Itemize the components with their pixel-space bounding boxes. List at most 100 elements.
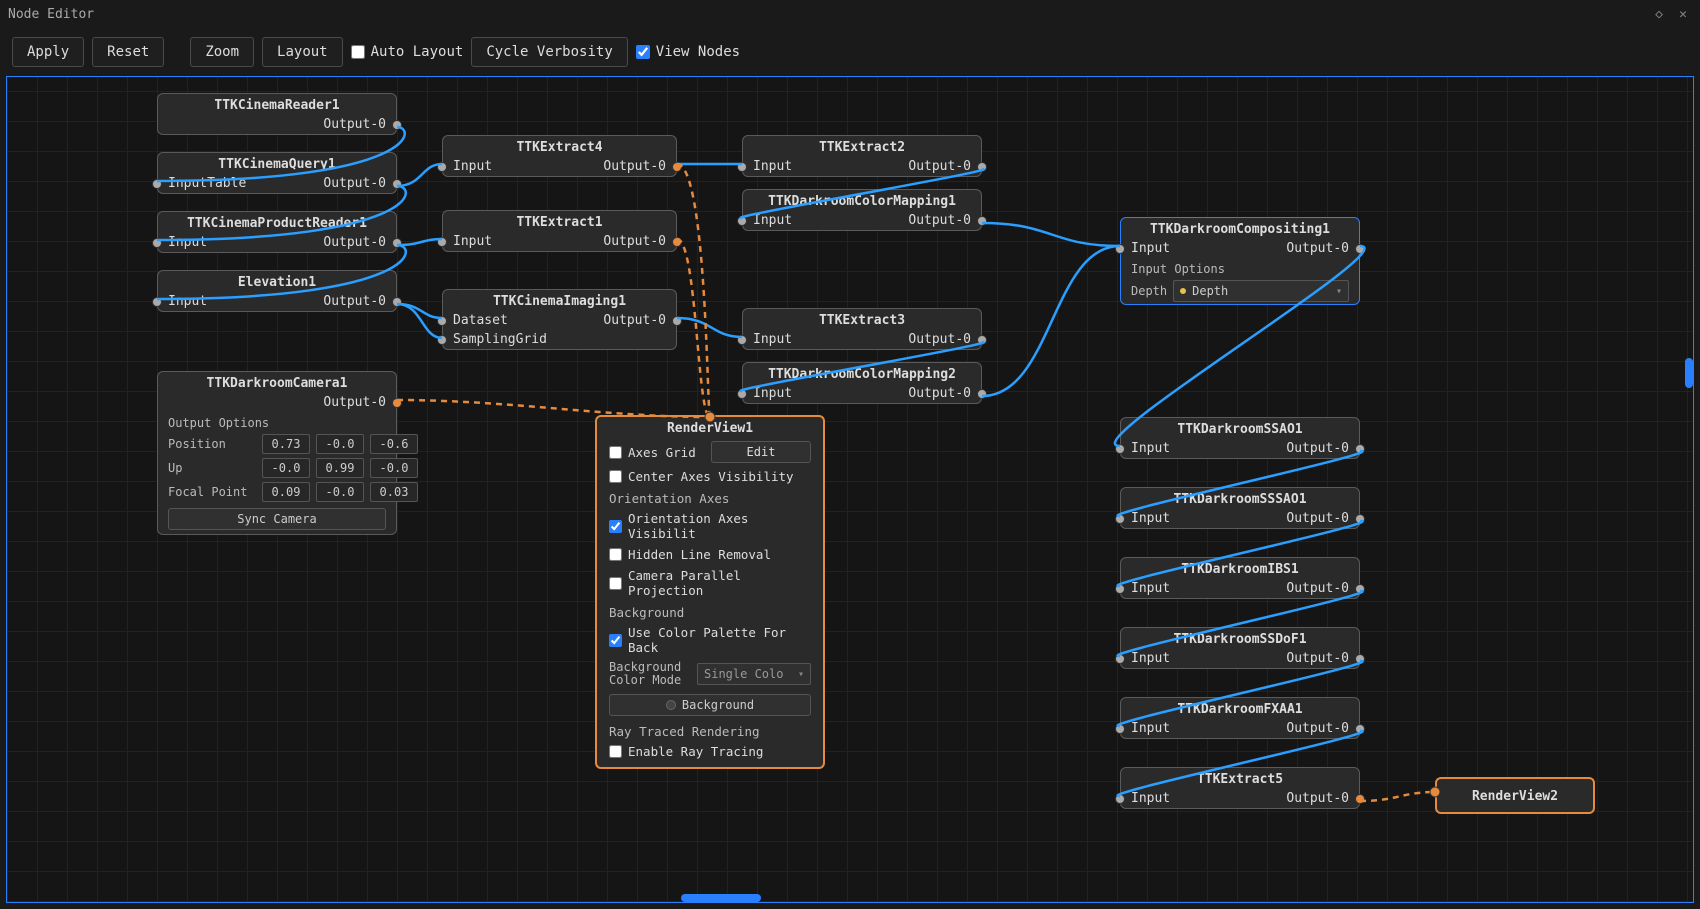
port-out[interactable]	[1355, 244, 1365, 254]
axes-grid-toggle[interactable]: Axes Grid	[609, 445, 703, 460]
port-in-grid[interactable]	[437, 335, 447, 345]
node-title: TTKDarkroomSSSAO1	[1121, 488, 1359, 509]
camera-up-x[interactable]	[262, 458, 310, 478]
camera-pos-x[interactable]	[262, 434, 310, 454]
node-cinemaimaging[interactable]: TTKCinemaImaging1 DatasetOutput-0 Sampli…	[442, 289, 677, 350]
port-in[interactable]	[1115, 654, 1125, 664]
node-productreader[interactable]: TTKCinemaProductReader1 InputOutput-0	[157, 211, 397, 253]
port-out[interactable]	[672, 162, 682, 172]
port-out[interactable]	[977, 389, 987, 399]
vertical-scrollbar[interactable]	[1685, 358, 1693, 388]
enable-ray-toggle[interactable]: Enable Ray Tracing	[597, 741, 823, 767]
node-cinemareader[interactable]: TTKCinemaReader1 Output-0	[157, 93, 397, 135]
reset-button[interactable]: Reset	[92, 37, 164, 67]
port-out[interactable]	[1355, 794, 1365, 804]
canvas[interactable]: TTKCinemaReader1 Output-0 TTKCinemaQuery…	[6, 76, 1694, 903]
node-title: Elevation1	[158, 271, 396, 292]
port-in[interactable]	[1115, 794, 1125, 804]
background-button[interactable]: Background	[609, 694, 811, 716]
horizontal-scrollbar[interactable]	[681, 894, 761, 902]
camera-pos-y[interactable]	[316, 434, 364, 454]
zoom-button[interactable]: Zoom	[190, 37, 254, 67]
layout-button[interactable]: Layout	[262, 37, 343, 67]
port-in[interactable]	[1115, 444, 1125, 454]
view-nodes-checkbox[interactable]	[636, 45, 650, 59]
section-title: Output Options	[158, 412, 396, 432]
port-out[interactable]	[1355, 444, 1365, 454]
port-out[interactable]	[977, 216, 987, 226]
node-sssao[interactable]: TTKDarkroomSSSAO1 InputOutput-0	[1120, 487, 1360, 529]
node-renderview2[interactable]: RenderView2	[1435, 777, 1595, 814]
camera-up-z[interactable]	[370, 458, 418, 478]
orientation-axes-toggle[interactable]: Orientation Axes Visibilit	[597, 508, 823, 544]
port-in[interactable]	[437, 237, 447, 247]
node-extract1[interactable]: TTKExtract1 InputOutput-0	[442, 210, 677, 252]
bg-color-mode-select[interactable]: Single Colo▾	[697, 663, 811, 685]
port-in[interactable]	[737, 389, 747, 399]
port-in[interactable]	[737, 216, 747, 226]
port-in[interactable]	[152, 238, 162, 248]
node-extract3[interactable]: TTKExtract3 InputOutput-0	[742, 308, 982, 350]
camera-focal-z[interactable]	[370, 482, 418, 502]
port-out[interactable]	[1355, 514, 1365, 524]
port-out[interactable]	[392, 297, 402, 307]
view-nodes-toggle[interactable]: View Nodes	[636, 44, 740, 60]
node-darkroom-camera[interactable]: TTKDarkroomCamera1 Output-0 Output Optio…	[157, 371, 397, 535]
node-compositing[interactable]: TTKDarkroomCompositing1 InputOutput-0 In…	[1120, 217, 1360, 305]
node-title: TTKExtract5	[1121, 768, 1359, 789]
port-in[interactable]	[152, 179, 162, 189]
depth-select[interactable]: Depth ▾	[1173, 280, 1349, 302]
use-color-palette-toggle[interactable]: Use Color Palette For Back	[597, 622, 823, 658]
auto-layout-toggle[interactable]: Auto Layout	[351, 44, 464, 60]
node-colormap1[interactable]: TTKDarkroomColorMapping1 InputOutput-0	[742, 189, 982, 231]
node-title: TTKExtract3	[743, 309, 981, 330]
parallel-proj-toggle[interactable]: Camera Parallel Projection	[597, 565, 823, 601]
port-in[interactable]	[437, 162, 447, 172]
node-extract2[interactable]: TTKExtract2 InputOutput-0	[742, 135, 982, 177]
center-axes-toggle[interactable]: Center Axes Visibility	[597, 466, 823, 487]
port-in[interactable]	[1115, 584, 1125, 594]
port-out[interactable]	[672, 237, 682, 247]
port-in[interactable]	[737, 335, 747, 345]
port-out[interactable]	[672, 316, 682, 326]
port-out[interactable]	[1355, 654, 1365, 664]
hidden-line-toggle[interactable]: Hidden Line Removal	[597, 544, 823, 565]
port-out[interactable]	[392, 179, 402, 189]
port-in[interactable]	[1115, 244, 1125, 254]
sync-camera-button[interactable]: Sync Camera	[168, 508, 386, 530]
node-ssdof[interactable]: TTKDarkroomSSDoF1 InputOutput-0	[1120, 627, 1360, 669]
port-out[interactable]	[977, 335, 987, 345]
port-out[interactable]	[392, 238, 402, 248]
port-in[interactable]	[152, 297, 162, 307]
close-icon[interactable]: ✕	[1674, 5, 1692, 23]
port-in[interactable]	[1115, 724, 1125, 734]
edit-button[interactable]: Edit	[711, 441, 811, 463]
port-out[interactable]	[977, 162, 987, 172]
port-out[interactable]	[1355, 584, 1365, 594]
port-in[interactable]	[737, 162, 747, 172]
node-ssao[interactable]: TTKDarkroomSSAO1 InputOutput-0	[1120, 417, 1360, 459]
port-out[interactable]	[392, 398, 402, 408]
port-in[interactable]	[1115, 514, 1125, 524]
node-cinemaquery[interactable]: TTKCinemaQuery1 InputTableOutput-0	[157, 152, 397, 194]
node-extract5[interactable]: TTKExtract5 InputOutput-0	[1120, 767, 1360, 809]
node-elevation[interactable]: Elevation1 InputOutput-0	[157, 270, 397, 312]
auto-layout-checkbox[interactable]	[351, 45, 365, 59]
port-out[interactable]	[392, 120, 402, 130]
port-out[interactable]	[1355, 724, 1365, 734]
node-title: TTKDarkroomFXAA1	[1121, 698, 1359, 719]
apply-button[interactable]: Apply	[12, 37, 84, 67]
node-extract4[interactable]: TTKExtract4 InputOutput-0	[442, 135, 677, 177]
cycle-verbosity-button[interactable]: Cycle Verbosity	[471, 37, 627, 67]
node-ibs[interactable]: TTKDarkroomIBS1 InputOutput-0	[1120, 557, 1360, 599]
detach-icon[interactable]: ◇	[1650, 5, 1668, 23]
node-renderview1[interactable]: RenderView1 Axes Grid Edit Center Axes V…	[595, 415, 825, 769]
camera-focal-x[interactable]	[262, 482, 310, 502]
camera-pos-z[interactable]	[370, 434, 418, 454]
camera-focal-y[interactable]	[316, 482, 364, 502]
node-fxaa[interactable]: TTKDarkroomFXAA1 InputOutput-0	[1120, 697, 1360, 739]
camera-up-y[interactable]	[316, 458, 364, 478]
port-in-dataset[interactable]	[437, 316, 447, 326]
node-title: TTKDarkroomCompositing1	[1121, 218, 1359, 239]
node-colormap2[interactable]: TTKDarkroomColorMapping2 InputOutput-0	[742, 362, 982, 404]
